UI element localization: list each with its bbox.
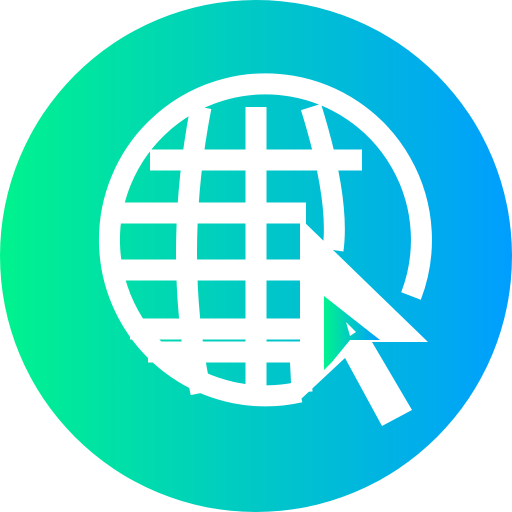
web-icon-graphic (0, 0, 512, 512)
web-icon (0, 0, 512, 512)
